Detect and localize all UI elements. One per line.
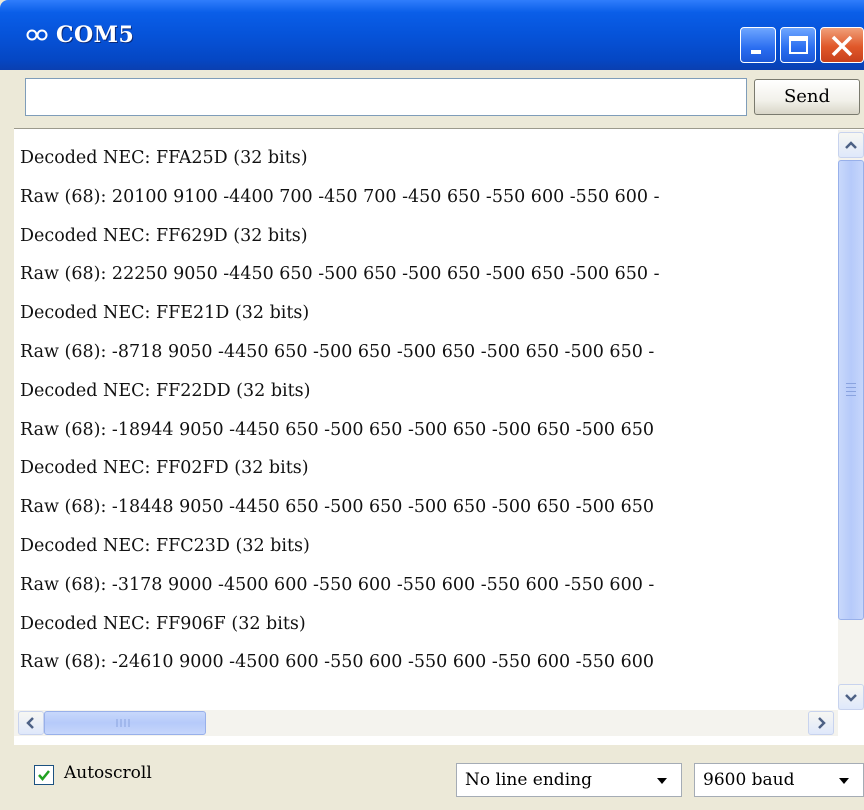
grip-icon bbox=[116, 719, 130, 727]
arduino-infinity-icon bbox=[26, 29, 48, 41]
output-line: Decoded NEC: FFA25D (32 bits) bbox=[20, 148, 308, 168]
baud-rate-value: 9600 baud bbox=[703, 770, 795, 790]
send-input[interactable] bbox=[25, 78, 747, 116]
scroll-up-button[interactable] bbox=[838, 132, 864, 158]
autoscroll-label[interactable]: Autoscroll bbox=[64, 763, 152, 783]
horizontal-scroll-thumb[interactable] bbox=[44, 711, 206, 735]
output-line: Raw (68): -18944 9050 -4450 650 -500 650… bbox=[20, 419, 654, 440]
output-line: Raw (68): -18448 9050 -4450 650 -500 650… bbox=[20, 497, 654, 518]
chevron-left-icon bbox=[26, 717, 34, 729]
output-line: Raw (68): -3178 9000 -4500 600 -550 600 … bbox=[20, 574, 655, 595]
minimize-button[interactable] bbox=[740, 27, 776, 63]
autoscroll-checkbox[interactable] bbox=[34, 765, 54, 785]
title-bar[interactable]: COM5 bbox=[0, 0, 864, 70]
chevron-down-icon bbox=[657, 778, 667, 784]
minimize-icon bbox=[751, 50, 761, 54]
checkmark-icon bbox=[38, 770, 50, 781]
scroll-left-button[interactable] bbox=[18, 711, 44, 735]
baud-rate-select[interactable]: 9600 baud bbox=[694, 763, 864, 797]
serial-output[interactable]: Decoded NEC: FFA25D (32 bits) Raw (68): … bbox=[14, 128, 864, 745]
output-line: Raw (68): -24610 9000 -4500 600 -550 600… bbox=[20, 652, 654, 673]
grip-line bbox=[846, 395, 856, 396]
output-line: Raw (68): -8718 9050 -4450 650 -500 650 … bbox=[20, 341, 655, 362]
output-line: Decoded NEC: FF02FD (32 bits) bbox=[20, 458, 309, 479]
output-line: Decoded NEC: FF906F (32 bits) bbox=[20, 613, 306, 634]
output-lines: Decoded NEC: FFA25D (32 bits) Raw (68): … bbox=[20, 139, 840, 682]
send-button[interactable]: Send bbox=[754, 79, 860, 115]
output-line: Decoded NEC: FF629D (32 bits) bbox=[20, 225, 308, 246]
maximize-button[interactable] bbox=[780, 27, 816, 63]
chevron-down-icon bbox=[839, 778, 849, 784]
scroll-right-button[interactable] bbox=[808, 711, 834, 735]
grip-line bbox=[846, 387, 856, 388]
line-ending-value: No line ending bbox=[465, 770, 592, 790]
grip-line bbox=[846, 391, 856, 392]
output-line: Decoded NEC: FFC23D (32 bits) bbox=[20, 535, 310, 556]
vertical-scroll-thumb[interactable] bbox=[838, 160, 864, 620]
line-ending-select[interactable]: No line ending bbox=[456, 763, 682, 797]
output-line: Decoded NEC: FF22DD (32 bits) bbox=[20, 380, 311, 401]
output-line: Decoded NEC: FFE21D (32 bits) bbox=[20, 303, 310, 324]
maximize-icon bbox=[789, 36, 808, 54]
close-button[interactable] bbox=[820, 27, 864, 63]
window-title: COM5 bbox=[56, 22, 135, 48]
serial-monitor-window: COM5 Send Decoded NEC: FFA25D (32 bits) … bbox=[0, 0, 864, 810]
close-icon bbox=[831, 35, 853, 57]
scroll-down-button[interactable] bbox=[838, 684, 864, 710]
grip-line bbox=[846, 383, 856, 384]
output-line: Raw (68): 22250 9050 -4450 650 -500 650 … bbox=[20, 264, 660, 285]
output-line: Raw (68): 20100 9100 -4400 700 -450 700 … bbox=[20, 186, 660, 207]
chevron-right-icon bbox=[818, 717, 826, 729]
chevron-down-icon bbox=[845, 694, 857, 702]
chevron-up-icon bbox=[845, 141, 857, 149]
